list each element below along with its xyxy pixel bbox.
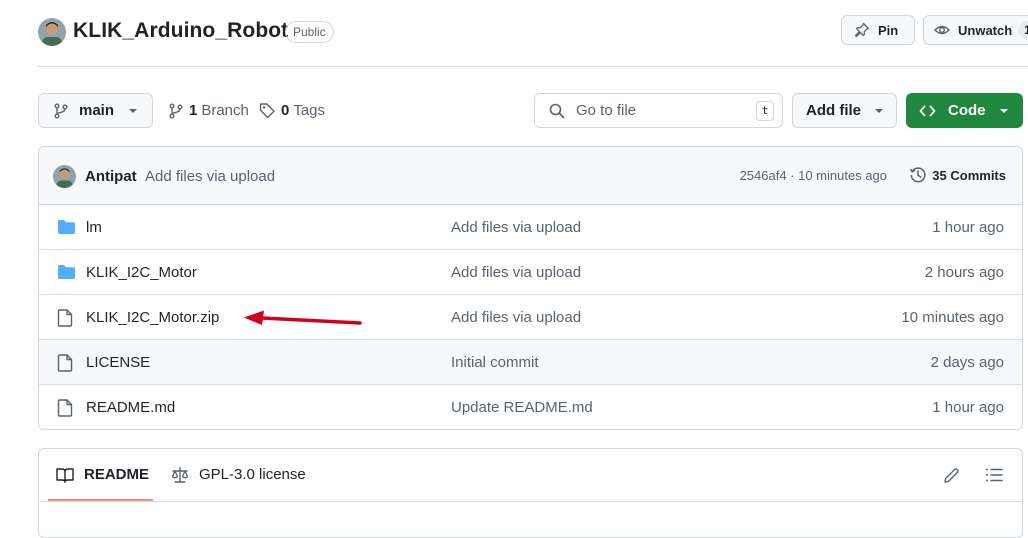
file-commit-message[interactable]: Initial commit xyxy=(451,354,539,371)
file-row[interactable]: LICENSE Initial commit 2 days ago xyxy=(39,340,1022,385)
author-avatar[interactable] xyxy=(53,165,76,188)
latest-commit-bar: Antipat Add files via upload 2546af4 · 1… xyxy=(39,147,1022,205)
eye-icon xyxy=(934,22,950,38)
shortcut-key: t xyxy=(756,101,774,121)
branches-label: Branch xyxy=(201,102,249,119)
branch-selector[interactable]: main xyxy=(38,93,153,128)
file-icon xyxy=(57,399,73,417)
file-row[interactable]: KLIK_I2C_Motor.zip Add files via upload … xyxy=(39,295,1022,340)
file-commit-time: 1 hour ago xyxy=(932,219,1004,236)
add-file-button[interactable]: Add file xyxy=(792,93,897,128)
file-icon xyxy=(57,354,73,372)
file-name[interactable]: README.md xyxy=(86,399,175,416)
tags-label: Tags xyxy=(293,102,326,119)
unwatch-label: Unwatch xyxy=(958,22,1013,38)
commits-label: 35 Commits xyxy=(932,167,1006,183)
branches-link[interactable]: 1 Branch xyxy=(168,102,249,119)
file-name[interactable]: LICENSE xyxy=(86,354,150,371)
code-icon xyxy=(919,104,936,118)
go-to-file-input[interactable]: Go to file t xyxy=(534,93,783,128)
readme-tab-bar: README GPL-3.0 license xyxy=(39,449,1022,502)
history-icon xyxy=(909,166,927,184)
file-commit-message[interactable]: Add files via upload xyxy=(451,264,581,281)
file-commit-message[interactable]: Update README.md xyxy=(451,399,593,416)
branch-icon xyxy=(53,103,69,119)
branches-count: 1 xyxy=(189,102,198,119)
file-name[interactable]: lm xyxy=(86,219,102,236)
file-name[interactable]: KLIK_I2C_Motor.zip xyxy=(86,309,219,326)
file-commit-message[interactable]: Add files via upload xyxy=(451,219,581,236)
tab-readme[interactable]: README xyxy=(56,466,149,483)
tab-license-label: GPL-3.0 license xyxy=(199,466,306,483)
file-row[interactable]: lm Add files via upload 1 hour ago xyxy=(39,205,1022,250)
branch-icon xyxy=(168,103,184,119)
book-icon xyxy=(56,467,74,483)
pin-button[interactable]: Pin xyxy=(841,15,915,45)
file-row[interactable]: README.md Update README.md 1 hour ago xyxy=(39,385,1022,429)
commit-author[interactable]: Antipat xyxy=(85,168,137,185)
chevron-down-icon xyxy=(874,108,884,114)
file-table: Antipat Add files via upload 2546af4 · 1… xyxy=(38,146,1023,430)
scale-icon xyxy=(171,466,189,483)
code-label: Code xyxy=(948,102,986,119)
file-commit-time: 10 minutes ago xyxy=(901,309,1004,326)
folder-icon xyxy=(57,264,76,280)
owner-avatar[interactable] xyxy=(38,18,66,46)
tab-readme-label: README xyxy=(84,466,150,483)
file-row[interactable]: KLIK_I2C_Motor Add files via upload 2 ho… xyxy=(39,250,1022,295)
code-button[interactable]: Code xyxy=(906,93,1023,128)
add-file-label: Add file xyxy=(806,102,861,119)
file-icon xyxy=(57,309,73,327)
visibility-badge: Public xyxy=(285,21,334,43)
chevron-down-icon xyxy=(999,108,1009,114)
file-commit-message[interactable]: Add files via upload xyxy=(451,309,581,326)
commit-hash-time[interactable]: 2546af4 · 10 minutes ago xyxy=(740,168,887,183)
search-placeholder: Go to file xyxy=(576,102,637,119)
tags-link[interactable]: 0 Tags xyxy=(259,102,325,119)
file-name[interactable]: KLIK_I2C_Motor xyxy=(86,264,197,281)
file-commit-time: 2 days ago xyxy=(930,354,1004,371)
commit-message[interactable]: Add files via upload xyxy=(145,168,275,185)
tags-count: 0 xyxy=(281,102,290,119)
chevron-down-icon xyxy=(128,108,138,114)
unwatch-button[interactable]: Unwatch 1 xyxy=(923,15,1028,45)
pin-icon xyxy=(854,22,870,38)
watch-count: 1 xyxy=(1018,21,1028,39)
tab-license[interactable]: GPL-3.0 license xyxy=(171,466,306,483)
red-arrow xyxy=(240,308,365,330)
search-icon xyxy=(549,103,565,119)
pencil-icon[interactable] xyxy=(943,467,960,484)
pin-label: Pin xyxy=(878,22,899,38)
active-tab-underline xyxy=(48,499,153,501)
folder-icon xyxy=(57,219,76,235)
file-commit-time: 1 hour ago xyxy=(932,399,1004,416)
repo-name[interactable]: KLIK_Arduino_Robot xyxy=(73,19,288,43)
list-icon[interactable] xyxy=(985,467,1003,483)
tag-icon xyxy=(259,102,276,119)
file-commit-time: 2 hours ago xyxy=(924,264,1004,281)
branch-name: main xyxy=(79,102,115,119)
header-divider xyxy=(38,66,1028,67)
commits-link[interactable]: 35 Commits xyxy=(909,166,1006,184)
